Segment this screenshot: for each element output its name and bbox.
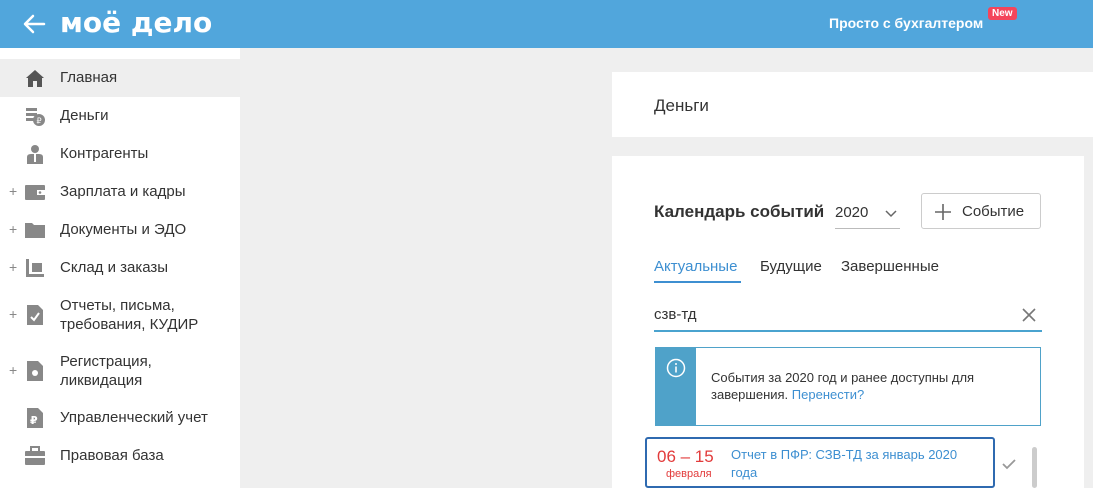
top-header: моё дело Просто с бухгалтером New bbox=[0, 0, 1093, 48]
sidebar-item-label: Склад и заказы bbox=[60, 259, 169, 276]
plus-icon bbox=[935, 204, 951, 220]
close-icon[interactable] bbox=[1022, 308, 1036, 322]
page-title: Деньги bbox=[654, 96, 709, 115]
expand-plus-icon[interactable]: + bbox=[9, 362, 17, 378]
calendar-title: Календарь событий bbox=[654, 202, 825, 221]
sidebar-item-label: Зарплата и кадры bbox=[60, 183, 186, 200]
search-field bbox=[654, 300, 1042, 332]
sidebar-item-documents[interactable]: + Документы и ЭДО bbox=[0, 211, 240, 249]
sidebar-item-label: Отчеты, письма, требования, КУДИР bbox=[60, 297, 199, 333]
folder-icon bbox=[25, 223, 45, 238]
expand-plus-icon[interactable]: + bbox=[9, 221, 17, 237]
info-notice: События за 2020 год и ранее доступны для… bbox=[655, 347, 1041, 426]
promo-link[interactable]: Просто с бухгалтером bbox=[829, 15, 983, 31]
sidebar-item-legal[interactable]: Правовая база bbox=[0, 437, 240, 475]
sidebar-item-registration[interactable]: + Регистрация, ликвидация bbox=[0, 343, 240, 399]
sidebar-item-label: Управленческий учет bbox=[60, 409, 208, 426]
add-event-label: Событие bbox=[962, 203, 1025, 220]
back-arrow-icon[interactable] bbox=[20, 10, 48, 38]
expand-plus-icon[interactable]: + bbox=[9, 259, 17, 275]
tab-future[interactable]: Будущие bbox=[760, 258, 822, 275]
sidebar-item-reports[interactable]: + Отчеты, письма, требования, КУДИР bbox=[0, 287, 240, 343]
new-badge: New bbox=[988, 7, 1017, 20]
report-icon bbox=[27, 305, 43, 325]
briefcase-icon bbox=[25, 446, 45, 465]
info-side-bar bbox=[656, 348, 696, 425]
sidebar-item-label: Контрагенты bbox=[60, 145, 149, 162]
warehouse-icon bbox=[26, 259, 44, 277]
registration-icon bbox=[27, 361, 43, 381]
svg-text:₽: ₽ bbox=[30, 414, 38, 427]
event-title-link[interactable]: Отчет в ПФР: СЗВ-ТД за январь 2020 года bbox=[731, 446, 981, 482]
year-select[interactable]: 2020 bbox=[835, 201, 900, 229]
add-event-button[interactable]: Событие bbox=[921, 193, 1041, 229]
event-item[interactable]: 06 – 15 февраля Отчет в ПФР: СЗВ-ТД за я… bbox=[645, 437, 995, 488]
sidebar-item-management[interactable]: ₽ Управленческий учет bbox=[0, 399, 240, 437]
sidebar-item-label: Документы и ЭДО bbox=[60, 221, 187, 238]
event-month: февраля bbox=[666, 468, 712, 480]
home-icon bbox=[26, 70, 44, 87]
sidebar-item-contractors[interactable]: Контрагенты bbox=[0, 135, 240, 173]
transfer-link[interactable]: Перенести? bbox=[792, 387, 864, 402]
active-tab-indicator bbox=[654, 281, 741, 283]
info-text: События за 2020 год и ранее доступны для… bbox=[711, 369, 1011, 403]
sidebar-item-label: Правовая база bbox=[60, 447, 164, 464]
event-date-range: 06 – 15 bbox=[657, 447, 714, 466]
sidebar-item-label: Деньги bbox=[60, 107, 109, 124]
sidebar-item-salary[interactable]: + Зарплата и кадры bbox=[0, 173, 240, 211]
sidebar-item-money[interactable]: ₽ Деньги bbox=[0, 97, 240, 135]
sidebar-item-warehouse[interactable]: + Склад и заказы bbox=[0, 249, 240, 287]
money-icon: ₽ bbox=[26, 108, 45, 126]
sidebar-item-label: Регистрация, ликвидация bbox=[60, 353, 152, 389]
contractors-icon bbox=[27, 145, 43, 164]
info-icon bbox=[666, 358, 686, 378]
sidebar-item-label: Главная bbox=[60, 69, 118, 86]
tab-completed[interactable]: Завершенные bbox=[841, 258, 939, 275]
svg-text:₽: ₽ bbox=[37, 117, 42, 126]
sidebar-item-home[interactable]: Главная bbox=[0, 59, 240, 97]
search-input[interactable] bbox=[654, 306, 1004, 323]
year-value: 2020 bbox=[835, 204, 869, 221]
wallet-icon bbox=[25, 185, 45, 200]
check-icon[interactable] bbox=[1002, 458, 1016, 470]
ruble-doc-icon: ₽ bbox=[27, 408, 43, 428]
logo[interactable]: моё дело bbox=[60, 6, 212, 39]
tab-actual[interactable]: Актуальные bbox=[654, 258, 737, 275]
events-calendar-card: Календарь событий 2020 Событие Актуальны… bbox=[612, 156, 1084, 488]
scrollbar[interactable] bbox=[1032, 447, 1037, 488]
expand-plus-icon[interactable]: + bbox=[9, 183, 17, 199]
chevron-down-icon bbox=[885, 210, 897, 218]
page-title-card: Деньги bbox=[612, 72, 1093, 137]
expand-plus-icon[interactable]: + bbox=[9, 306, 17, 322]
sidebar: Главная ₽ Деньги Контрагенты + Зарплата … bbox=[0, 48, 240, 488]
